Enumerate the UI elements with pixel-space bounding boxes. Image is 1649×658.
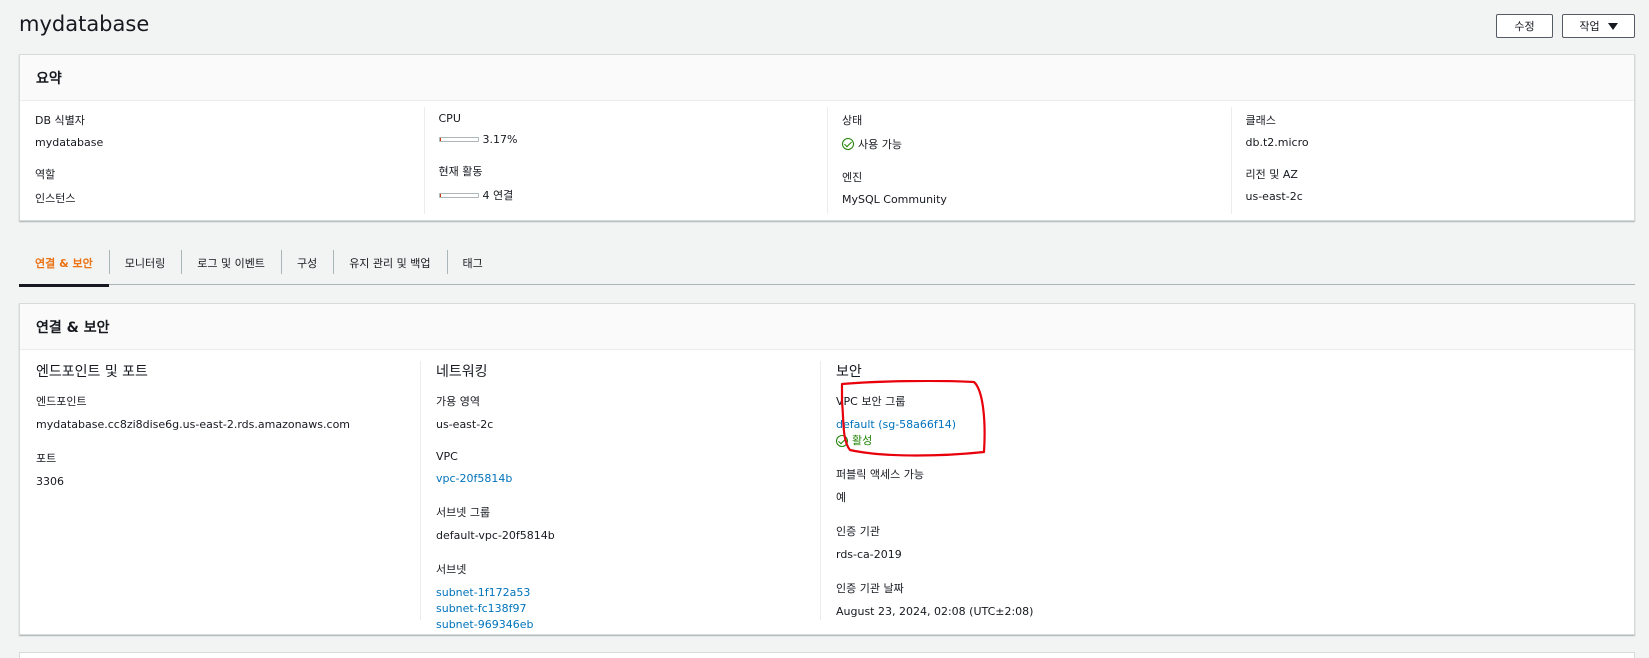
- tab-maintenance-backups[interactable]: 유지 관리 및 백업: [333, 240, 446, 285]
- check-circle-icon: [842, 138, 854, 150]
- az-value: us-east-2c: [436, 418, 494, 431]
- endpoint-value: mydatabase.cc8zi8dise6g.us-east-2.rds.am…: [36, 418, 351, 431]
- public-access-value: 예: [836, 491, 847, 504]
- ca-date-value: August 23, 2024, 02:08 (UTC±2:08): [836, 605, 1034, 618]
- networking-section-title: 네트워킹: [436, 364, 488, 380]
- caret-down-icon: [1607, 22, 1618, 30]
- detail-tabs: 연결 & 보안 모니터링 로그 및 이벤트 구성 유지 관리 및 백업 태그: [19, 240, 1635, 287]
- db-id-label: DB 식별자: [35, 114, 85, 127]
- tab-tags[interactable]: 태그: [446, 240, 499, 285]
- hand-drawn-highlight-annotation: [840, 380, 986, 457]
- status-value: 사용 가능: [858, 138, 902, 151]
- role-label: 역할: [35, 168, 56, 181]
- summary-col-metrics: CPU 3.17% 현재 활동 4 연결: [423, 102, 828, 222]
- summary-col-status: 상태 사용 가능 엔진 MySQL Community: [827, 102, 1231, 222]
- engine-value: MySQL Community: [842, 193, 947, 206]
- region-value: us-east-2c: [1245, 190, 1303, 203]
- page-header: mydatabase 수정 작업: [0, 0, 1649, 52]
- connectivity-card: 연결 & 보안 엔드포인트 및 포트 엔드포인트 mydatabase.cc8z…: [19, 303, 1635, 635]
- status-label: 상태: [842, 114, 863, 127]
- next-section-card: [19, 652, 1635, 658]
- role-value: 인스턴스: [35, 192, 76, 205]
- port-label: 포트: [36, 452, 57, 465]
- edit-button[interactable]: 수정: [1496, 14, 1553, 38]
- cpu-label: CPU: [438, 112, 461, 125]
- az-label: 가용 영역: [436, 395, 480, 408]
- subnet-group-value: default-vpc-20f5814b: [436, 529, 555, 542]
- ca-value: rds-ca-2019: [836, 548, 902, 561]
- subnet-link[interactable]: subnet-1f172a53: [436, 585, 804, 601]
- subnets-label: 서브넷: [436, 563, 467, 576]
- summary-col-identity: DB 식별자 mydatabase 역할 인스턴스: [20, 102, 424, 222]
- tab-connectivity-security[interactable]: 연결 & 보안: [19, 240, 109, 287]
- summary-card: 요약 DB 식별자 mydatabase 역할 인스턴스 CPU 3.17% 현…: [19, 54, 1635, 221]
- connectivity-title: 연결 & 보안: [20, 304, 1634, 350]
- class-value: db.t2.micro: [1245, 136, 1309, 149]
- port-value: 3306: [36, 475, 64, 488]
- activity-label: 현재 활동: [438, 165, 483, 178]
- db-id-value: mydatabase: [35, 136, 104, 149]
- subnet-link[interactable]: subnet-969346eb: [436, 617, 804, 633]
- endpoint-section: 엔드포인트 및 포트 엔드포인트 mydatabase.cc8zi8dise6g…: [20, 351, 420, 636]
- tab-monitoring[interactable]: 모니터링: [108, 240, 181, 285]
- actions-dropdown-button[interactable]: 작업: [1562, 14, 1635, 38]
- page-title: mydatabase: [19, 12, 150, 36]
- tab-logs-events[interactable]: 로그 및 이벤트: [181, 240, 281, 285]
- networking-section: 네트워킹 가용 영역 us-east-2c VPC vpc-20f5814b 서…: [420, 351, 820, 636]
- class-label: 클래스: [1245, 114, 1276, 127]
- connectivity-grid: 엔드포인트 및 포트 엔드포인트 mydatabase.cc8zi8dise6g…: [20, 351, 1634, 636]
- summary-title: 요약: [20, 55, 1634, 101]
- subnet-group-label: 서브넷 그룹: [436, 506, 491, 519]
- activity-bar: [438, 192, 479, 198]
- summary-col-class: 클래스 db.t2.micro 리전 및 AZ us-east-2c: [1230, 102, 1635, 222]
- vpc-link[interactable]: vpc-20f5814b: [436, 471, 804, 487]
- tab-configuration[interactable]: 구성: [280, 240, 333, 285]
- security-section-title: 보안: [836, 364, 862, 380]
- ca-label: 인증 기관: [836, 525, 880, 538]
- summary-grid: DB 식별자 mydatabase 역할 인스턴스 CPU 3.17% 현재 활…: [20, 102, 1634, 222]
- cpu-usage-bar: [438, 137, 479, 142]
- endpoint-label: 엔드포인트: [36, 395, 87, 408]
- activity-value: 4 연결: [482, 189, 514, 202]
- engine-label: 엔진: [842, 171, 863, 184]
- subnet-link[interactable]: subnet-fc138f97: [436, 601, 804, 617]
- cpu-value: 3.17%: [482, 133, 518, 146]
- ca-date-label: 인증 기관 날짜: [836, 582, 904, 595]
- actions-button-label: 작업: [1579, 20, 1600, 33]
- vpc-label: VPC: [436, 450, 458, 463]
- public-access-label: 퍼블릭 액세스 가능: [836, 468, 924, 481]
- endpoint-section-title: 엔드포인트 및 포트: [36, 364, 148, 380]
- region-label: 리전 및 AZ: [1245, 168, 1298, 181]
